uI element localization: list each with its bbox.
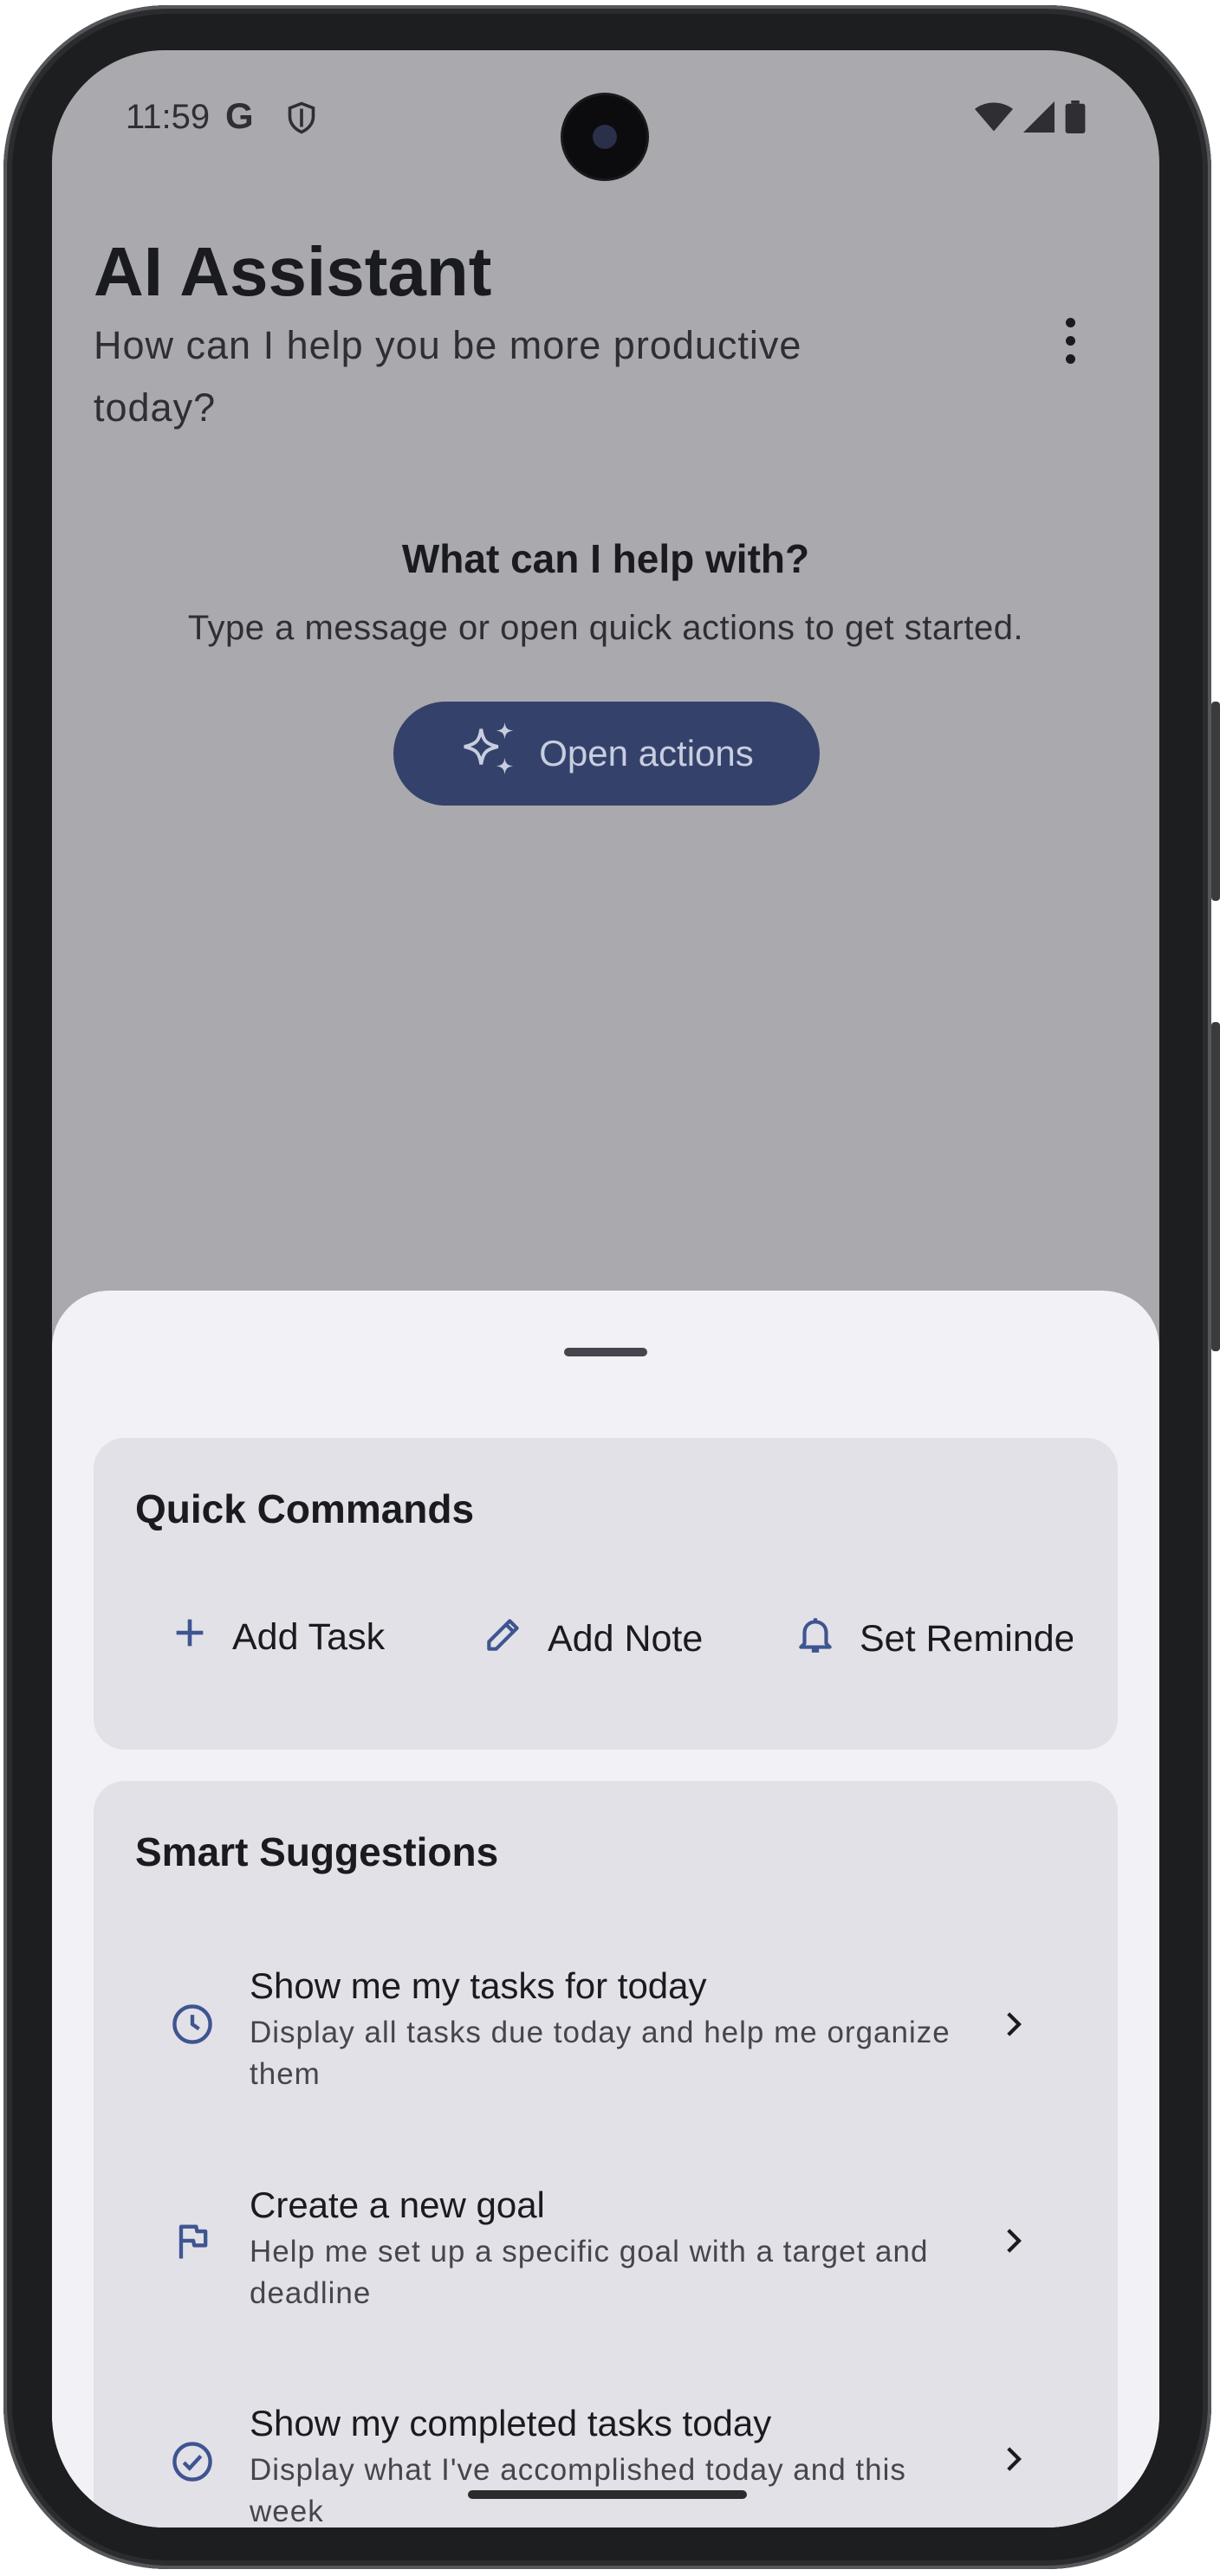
app-title: AI Assistant xyxy=(94,233,492,310)
smart-suggestions-title: Smart Suggestions xyxy=(135,1829,499,1874)
add-task-button[interactable]: Add Task xyxy=(170,1613,385,1662)
empty-state-title: What can I help with? xyxy=(401,536,810,581)
flag-icon xyxy=(170,2219,215,2269)
suggestion-description: Display all tasks due today and help me … xyxy=(250,2016,951,2091)
more-vert-icon[interactable] xyxy=(1044,301,1096,379)
pencil-icon xyxy=(482,1613,525,1666)
add-note-label: Add Note xyxy=(548,1618,704,1660)
status-time: 11:59 xyxy=(126,98,211,136)
google-icon: G xyxy=(225,95,254,136)
suggestion-completed-tasks[interactable]: Show my completed tasks today Display wh… xyxy=(94,2396,1118,2527)
suggestion-description: Help me set up a specific goal with a ta… xyxy=(250,2235,929,2310)
battery-icon xyxy=(1065,100,1086,138)
suggestion-title: Create a new goal xyxy=(250,2184,545,2225)
chevron-right-icon xyxy=(995,2223,1031,2263)
quick-actions-sheet: Quick Commands Add Task Add Note Set Rem… xyxy=(52,1291,1159,2527)
add-task-label: Add Task xyxy=(232,1616,386,1658)
status-icons xyxy=(975,100,1086,138)
set-reminder-label: Set Reminder xyxy=(860,1618,1073,1660)
sparkles-icon xyxy=(459,719,520,788)
app-subtitle: How can I help you be more productive to… xyxy=(94,323,802,430)
home-indicator[interactable] xyxy=(468,2490,747,2499)
bell-icon xyxy=(794,1613,837,1666)
quick-commands-card: Quick Commands Add Task Add Note Set Rem… xyxy=(94,1438,1118,1750)
open-actions-button[interactable]: Open actions xyxy=(393,702,820,806)
wifi-icon xyxy=(975,102,1013,136)
plus-icon xyxy=(170,1613,210,1662)
smart-suggestions-card: Smart Suggestions Show me my tasks for t… xyxy=(94,1781,1118,2527)
signal-icon xyxy=(1023,101,1055,137)
check-circle-icon xyxy=(170,2439,215,2489)
power-button xyxy=(1211,1022,1220,1351)
suggestion-description: Display what I've accomplished today and… xyxy=(250,2453,906,2527)
shield-icon xyxy=(286,100,317,139)
suggestion-title: Show me my tasks for today xyxy=(250,1965,707,2006)
open-actions-label: Open actions xyxy=(539,733,754,773)
quick-commands-title: Quick Commands xyxy=(135,1486,475,1531)
front-camera xyxy=(563,95,646,178)
empty-state-description: Type a message or open quick actions to … xyxy=(187,609,1024,647)
suggestion-create-goal[interactable]: Create a new goal Help me set up a speci… xyxy=(94,2178,1118,2351)
add-note-button[interactable]: Add Note xyxy=(482,1613,703,1666)
chevron-right-icon xyxy=(995,2006,1031,2047)
suggestion-title: Show my completed tasks today xyxy=(250,2403,772,2443)
screen: 11:59 G AI Assistant How can I help you … xyxy=(52,50,1159,2527)
chevron-right-icon xyxy=(995,2441,1031,2482)
suggestion-tasks-today[interactable]: Show me my tasks for today Display all t… xyxy=(94,1958,1118,2132)
drag-handle[interactable] xyxy=(564,1348,647,1356)
volume-button xyxy=(1211,702,1220,901)
set-reminder-button[interactable]: Set Reminder xyxy=(794,1613,1073,1666)
clock-icon xyxy=(170,2002,215,2051)
